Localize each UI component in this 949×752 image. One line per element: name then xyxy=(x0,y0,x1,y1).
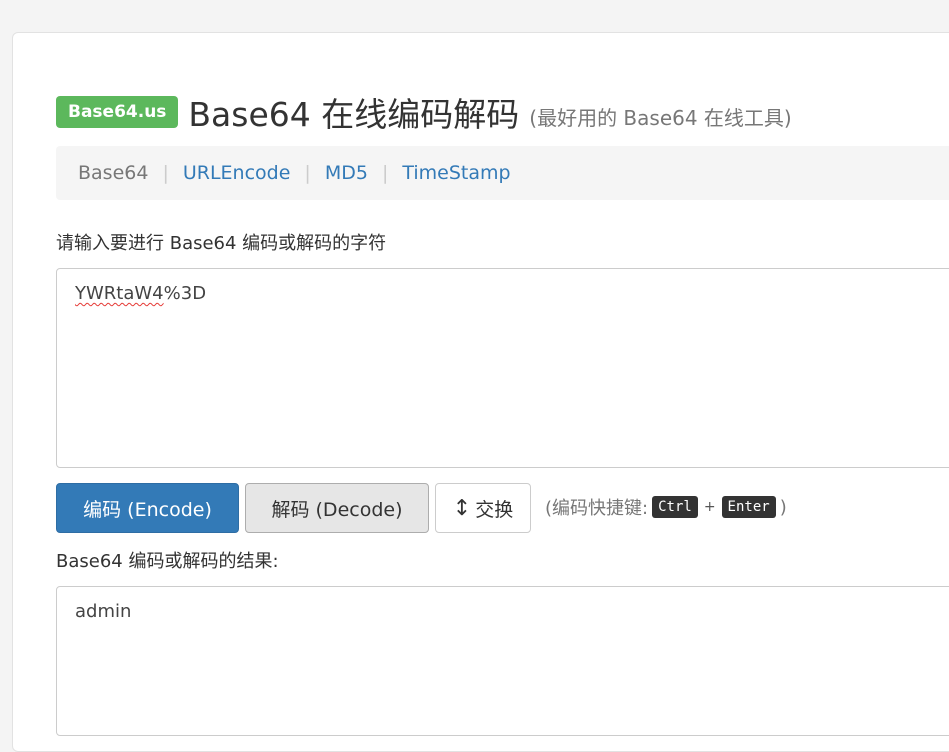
breadcrumb-nav: Base64 | URLEncode | MD5 | TimeStamp xyxy=(56,146,949,200)
nav-separator: | xyxy=(381,162,389,184)
page-subtitle: (最好用的 Base64 在线工具) xyxy=(529,105,792,130)
kbd-ctrl: Ctrl xyxy=(652,496,698,518)
swap-arrows-icon: ↕ xyxy=(452,495,472,521)
shortcut-hint: (编码快捷键: Ctrl + Enter ) xyxy=(545,494,787,520)
page-title: Base64 在线编码解码 xyxy=(188,95,520,134)
kbd-enter: Enter xyxy=(721,496,776,518)
nav-separator: | xyxy=(304,162,311,184)
output-value: admin xyxy=(75,601,132,622)
swap-button-label: 交换 xyxy=(475,498,514,521)
brand-badge[interactable]: Base64.us xyxy=(56,96,179,128)
nav-item-urlencode[interactable]: URLEncode xyxy=(183,162,291,184)
input-value-rest: %3D xyxy=(163,283,207,304)
page-header: Base64.us Base64 在线编码解码 (最好用的 Base64 在线工… xyxy=(56,88,792,136)
shortcut-prefix: (编码快捷键: xyxy=(545,498,649,519)
input-textarea[interactable]: YWRtaW4%3D xyxy=(56,268,949,468)
encode-button[interactable]: 编码 (Encode) xyxy=(56,483,239,533)
nav-separator: | xyxy=(162,162,169,184)
kbd-plus: + xyxy=(703,499,716,515)
nav-item-md5[interactable]: MD5 xyxy=(325,162,368,184)
nav-item-base64[interactable]: Base64 xyxy=(78,162,148,184)
swap-button[interactable]: ↕ 交换 xyxy=(435,483,531,533)
shortcut-suffix: ) xyxy=(779,496,787,518)
input-value-misspelled: YWRtaW4 xyxy=(75,283,164,304)
nav-item-timestamp[interactable]: TimeStamp xyxy=(402,162,510,184)
input-label: 请输入要进行 Base64 编码或解码的字符 xyxy=(56,233,387,254)
decode-button[interactable]: 解码 (Decode) xyxy=(245,483,429,533)
output-label: Base64 编码或解码的结果: xyxy=(56,551,279,572)
output-textarea[interactable]: admin xyxy=(56,586,949,736)
